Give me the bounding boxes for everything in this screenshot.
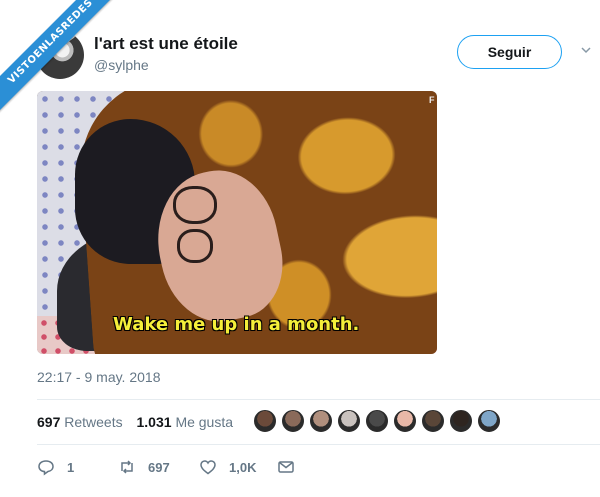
- liker-avatar[interactable]: [449, 409, 473, 433]
- direct-message-button[interactable]: [277, 458, 307, 476]
- reply-button[interactable]: 1: [37, 458, 74, 476]
- tweet-media-image[interactable]: F Wake me up in a month.: [37, 91, 437, 354]
- liker-avatar[interactable]: [477, 409, 501, 433]
- media-corner-mark: F: [429, 95, 435, 105]
- tweet-stats: 697 Retweets 1.031 Me gusta: [37, 414, 243, 430]
- liker-avatar[interactable]: [393, 409, 417, 433]
- tweet-timestamp[interactable]: 22:17 - 9 may. 2018: [37, 369, 160, 385]
- liker-avatar[interactable]: [365, 409, 389, 433]
- retweet-count: 697: [148, 459, 170, 475]
- liker-avatars: [253, 409, 505, 435]
- likes-count[interactable]: 1.031: [137, 414, 172, 430]
- divider: [37, 444, 600, 445]
- like-count: 1,0K: [229, 459, 257, 475]
- retweets-label[interactable]: Retweets: [64, 414, 122, 430]
- reply-count: 1: [67, 459, 75, 475]
- reply-icon: [38, 460, 54, 476]
- watermark-ribbon: VISTOENLASREDES: [0, 0, 130, 130]
- retweet-icon: [121, 460, 133, 474]
- liker-avatar[interactable]: [253, 409, 277, 433]
- retweet-button[interactable]: 697: [118, 458, 170, 476]
- liker-avatar[interactable]: [281, 409, 305, 433]
- like-icon: [200, 460, 216, 475]
- chevron-down-icon[interactable]: [580, 44, 592, 56]
- liker-avatar[interactable]: [309, 409, 333, 433]
- message-icon: [278, 461, 294, 473]
- retweets-count[interactable]: 697: [37, 414, 60, 430]
- follow-button[interactable]: Seguir: [457, 35, 562, 69]
- liker-avatar[interactable]: [421, 409, 445, 433]
- liker-avatar[interactable]: [337, 409, 361, 433]
- media-subtitle: Wake me up in a month.: [113, 314, 360, 335]
- divider: [37, 399, 600, 400]
- like-button[interactable]: 1,0K: [199, 458, 256, 476]
- likes-label[interactable]: Me gusta: [175, 414, 233, 430]
- watermark-text: VISTOENLASREDES: [0, 0, 127, 118]
